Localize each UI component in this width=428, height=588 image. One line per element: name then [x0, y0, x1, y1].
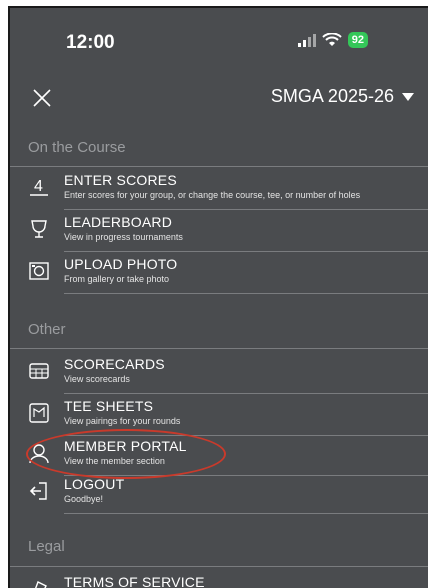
section-divider: [10, 166, 428, 167]
chevron-down-icon: [402, 92, 414, 101]
menu-item-subtitle: Goodbye!: [64, 494, 104, 504]
enter-scores-icon: 4: [30, 178, 48, 196]
menu-item-tee-sheets[interactable]: TEE SHEETS View pairings for your rounds: [10, 394, 428, 436]
svg-text:4: 4: [34, 178, 43, 195]
menu-item-terms[interactable]: TERMS OF SERVICE: [10, 570, 428, 588]
menu-item-label: ENTER SCORES: [64, 172, 177, 188]
menu-item-leaderboard[interactable]: LEADERBOARD View in progress tournaments: [10, 210, 428, 252]
menu-header: SMGA 2025-26: [10, 80, 428, 120]
menu-item-label: UPLOAD PHOTO: [64, 256, 178, 272]
section-divider: [10, 566, 428, 567]
signal-icon: [297, 33, 316, 47]
season-label: SMGA 2025-26: [270, 86, 394, 106]
menu-item-label: LOGOUT: [64, 476, 125, 492]
menu-item-subtitle: Enter scores for your group, or change t…: [64, 190, 361, 200]
menu-item-upload-photo[interactable]: UPLOAD PHOTO From gallery or take photo: [10, 252, 428, 294]
season-select[interactable]: SMGA 2025-26: [271, 86, 414, 107]
close-icon[interactable]: [30, 86, 54, 110]
section-title-other: Other: [28, 321, 66, 338]
status-time: 12:00: [66, 32, 115, 53]
status-bar: 12:00 92: [10, 8, 428, 68]
item-divider: [64, 293, 428, 294]
menu-item-subtitle: View the member section: [64, 456, 165, 466]
menu-item-label: SCORECARDS: [64, 356, 165, 372]
tee-sheet-icon: [29, 403, 49, 423]
trophy-icon: [31, 220, 47, 238]
member-icon: [29, 444, 49, 464]
menu-item-label: MEMBER PORTAL: [64, 438, 187, 454]
section-title-legal: Legal: [28, 538, 65, 555]
menu-item-member-portal[interactable]: MEMBER PORTAL View the member section: [10, 434, 428, 476]
menu-item-subtitle: View pairings for your rounds: [64, 416, 181, 426]
menu-item-logout[interactable]: LOGOUT Goodbye!: [10, 472, 428, 514]
menu-item-subtitle: From gallery or take photo: [64, 274, 170, 284]
menu-item-enter-scores[interactable]: 4 ENTER SCORES Enter scores for your gro…: [10, 168, 428, 210]
menu-item-label: TERMS OF SERVICE: [64, 574, 205, 588]
document-icon: [35, 581, 47, 588]
wifi-icon: [322, 33, 342, 46]
item-divider: [64, 513, 428, 514]
section-title-course: On the Course: [28, 139, 126, 156]
menu-item-subtitle: View scorecards: [64, 374, 130, 384]
menu-item-subtitle: View in progress tournaments: [64, 232, 183, 242]
menu-item-scorecards[interactable]: SCORECARDS View scorecards: [10, 352, 428, 394]
status-icons: 92: [297, 32, 368, 48]
camera-icon: [29, 262, 49, 280]
scorecard-icon: [29, 363, 49, 379]
menu-item-label: LEADERBOARD: [64, 214, 173, 230]
menu-item-label: TEE SHEETS: [64, 398, 154, 414]
logout-icon: [29, 482, 47, 500]
battery-icon: 92: [347, 32, 368, 48]
section-divider: [10, 348, 428, 349]
screenshot-frame: 12:00 92 SMGA 2025-26 On the Course 4 EN…: [0, 0, 428, 588]
app-screen: 12:00 92 SMGA 2025-26 On the Course 4 EN…: [8, 6, 428, 588]
